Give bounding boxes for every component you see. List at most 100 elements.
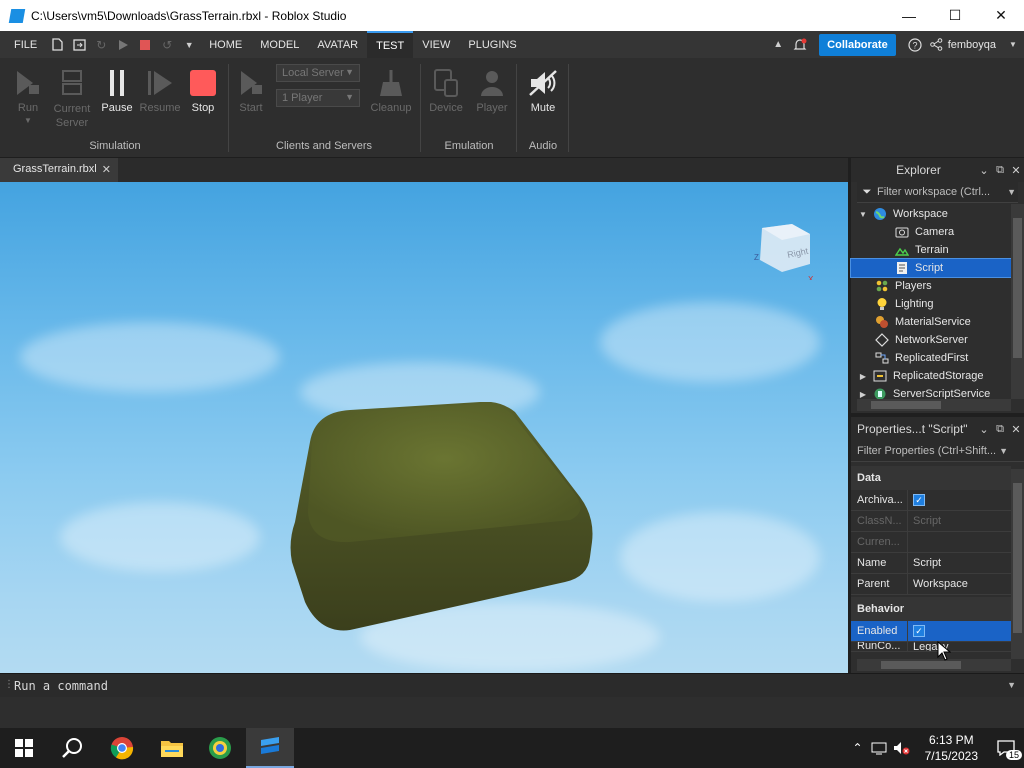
prop-name-field[interactable]: Name Script bbox=[851, 552, 1011, 574]
chevron-down-icon[interactable]: ▼ bbox=[1007, 187, 1016, 197]
pause-button[interactable]: Pause bbox=[95, 58, 139, 114]
properties-vertical-scrollbar[interactable] bbox=[1011, 469, 1024, 659]
tree-item-lighting[interactable]: Lighting bbox=[851, 295, 1024, 313]
tab-test[interactable]: TEST bbox=[367, 31, 414, 58]
prop-runcontext[interactable]: RunCo... Legacy bbox=[851, 642, 1011, 652]
tree-item-replicatedfirst[interactable]: ReplicatedFirst bbox=[851, 349, 1024, 367]
scrollbar-thumb[interactable] bbox=[871, 401, 941, 409]
prop-value[interactable]: Workspace bbox=[908, 578, 1011, 590]
undo-icon[interactable]: ↺ bbox=[158, 31, 176, 58]
new-file-icon[interactable] bbox=[48, 31, 66, 58]
close-icon[interactable]: ✕ bbox=[1008, 423, 1024, 436]
close-tab-icon[interactable]: ✕ bbox=[102, 163, 111, 176]
scrollbar-thumb[interactable] bbox=[1013, 218, 1022, 358]
notification-center-button[interactable]: 15 bbox=[988, 728, 1024, 768]
volume-muted-icon[interactable] bbox=[893, 741, 911, 755]
network-icon[interactable] bbox=[871, 741, 887, 755]
share-icon[interactable] bbox=[928, 31, 946, 58]
chevron-down-icon[interactable]: ⌄ bbox=[976, 423, 992, 436]
properties-horizontal-scrollbar[interactable] bbox=[857, 659, 1011, 671]
section-behavior[interactable]: Behavior bbox=[851, 597, 1011, 621]
play-icon[interactable] bbox=[114, 31, 132, 58]
tree-item-replicatedstorage[interactable]: ▶ ReplicatedStorage bbox=[851, 367, 1024, 385]
chevron-down-icon[interactable]: ⌄ bbox=[976, 164, 992, 177]
properties-filter[interactable]: Filter Properties (Ctrl+Shift... ▼ bbox=[851, 441, 1024, 462]
start-menu-button[interactable] bbox=[0, 728, 48, 768]
tree-item-script[interactable]: Script bbox=[850, 258, 1024, 278]
explorer-filter[interactable]: ⏷ Filter workspace (Ctrl... ▼ bbox=[857, 182, 1018, 203]
maximize-button[interactable]: ☐ bbox=[932, 0, 978, 31]
close-icon[interactable]: ✕ bbox=[1008, 164, 1024, 177]
prop-value[interactable]: Script bbox=[908, 557, 1011, 569]
run-dropdown-icon[interactable]: ▼ bbox=[6, 116, 50, 125]
taskbar-roblox-studio[interactable] bbox=[246, 728, 294, 768]
tab-home[interactable]: HOME bbox=[200, 31, 251, 58]
explorer-vertical-scrollbar[interactable] bbox=[1011, 204, 1024, 399]
tray-overflow-icon[interactable]: ⌃ bbox=[853, 741, 863, 755]
file-menu[interactable]: FILE bbox=[0, 31, 46, 58]
resume-button[interactable]: Resume bbox=[138, 58, 182, 114]
close-window-button[interactable]: ✕ bbox=[978, 0, 1024, 31]
prop-archivable[interactable]: Archiva... ✓ bbox=[851, 489, 1011, 511]
command-input[interactable] bbox=[14, 676, 1004, 696]
taskbar-app[interactable] bbox=[196, 728, 244, 768]
current-server-button[interactable]: Current Server bbox=[50, 58, 94, 130]
scrollbar-thumb[interactable] bbox=[881, 661, 961, 669]
mute-button[interactable]: Mute bbox=[521, 58, 565, 114]
scrollbar-thumb[interactable] bbox=[1013, 483, 1022, 633]
tree-item-terrain[interactable]: Terrain bbox=[851, 241, 1024, 259]
tree-item-players[interactable]: Players bbox=[851, 277, 1024, 295]
grass-terrain-block[interactable] bbox=[290, 402, 595, 632]
popout-icon[interactable]: ⧉ bbox=[992, 164, 1008, 177]
chevron-down-icon[interactable]: ▼ bbox=[1007, 680, 1016, 690]
stop-button[interactable]: Stop bbox=[181, 58, 225, 114]
notification-bell-icon[interactable] bbox=[791, 31, 809, 58]
taskbar-chrome[interactable] bbox=[98, 728, 146, 768]
tab-view[interactable]: VIEW bbox=[413, 31, 459, 58]
server-dropdown[interactable]: Local Server ▼ bbox=[276, 64, 360, 82]
explorer-horizontal-scrollbar[interactable] bbox=[857, 399, 1011, 411]
chevron-down-icon[interactable]: ▼ bbox=[999, 446, 1008, 456]
tab-avatar[interactable]: AVATAR bbox=[308, 31, 367, 58]
prop-parent[interactable]: Parent Workspace bbox=[851, 573, 1011, 595]
section-data[interactable]: Data bbox=[851, 466, 1011, 490]
prop-enabled[interactable]: Enabled ✓ bbox=[851, 620, 1011, 642]
open-file-icon[interactable] bbox=[70, 31, 88, 58]
stop-icon[interactable] bbox=[136, 31, 154, 58]
3d-viewport[interactable]: Right Z X bbox=[0, 182, 848, 673]
expand-arrow-icon[interactable]: ▼ bbox=[857, 210, 869, 219]
collaborate-button[interactable]: Collaborate bbox=[819, 33, 896, 56]
expand-arrow-icon[interactable]: ▶ bbox=[857, 372, 869, 381]
archivable-checkbox[interactable]: ✓ bbox=[913, 494, 925, 506]
clock[interactable]: 6:13 PM 7/15/2023 bbox=[925, 732, 978, 764]
user-dropdown-icon[interactable]: ▼ bbox=[1004, 31, 1022, 58]
prop-value[interactable]: Legacy bbox=[908, 642, 1011, 651]
player-button[interactable]: Player bbox=[470, 58, 514, 114]
collapse-ribbon-icon[interactable]: ▲ bbox=[769, 31, 787, 58]
tree-item-networkserver[interactable]: NetworkServer bbox=[851, 331, 1024, 349]
taskbar-file-explorer[interactable] bbox=[148, 728, 196, 768]
help-icon[interactable]: ? bbox=[906, 31, 924, 58]
tree-item-workspace[interactable]: ▼ Workspace bbox=[851, 205, 1024, 223]
document-tab[interactable]: GrassTerrain.rbxl ✕ bbox=[0, 158, 118, 182]
tree-item-camera[interactable]: Camera bbox=[851, 223, 1024, 241]
tab-model[interactable]: MODEL bbox=[251, 31, 308, 58]
start-button[interactable]: Start bbox=[229, 58, 273, 114]
players-dropdown[interactable]: 1 Player ▼ bbox=[276, 89, 360, 107]
view-cube[interactable]: Right Z X bbox=[754, 220, 814, 280]
minimize-button[interactable]: — bbox=[886, 0, 932, 31]
username[interactable]: femboyqa bbox=[948, 39, 996, 51]
prop-value: ✓ bbox=[908, 625, 1011, 637]
enabled-checkbox[interactable]: ✓ bbox=[913, 625, 925, 637]
cleanup-button[interactable]: Cleanup bbox=[367, 58, 415, 114]
popout-icon[interactable]: ⧉ bbox=[992, 423, 1008, 436]
drag-grip-icon[interactable]: ⋮ bbox=[4, 679, 14, 690]
tab-plugins[interactable]: PLUGINS bbox=[459, 31, 525, 58]
run-button[interactable]: Run ▼ bbox=[6, 58, 50, 125]
expand-arrow-icon[interactable]: ▶ bbox=[857, 390, 869, 399]
device-button[interactable]: Device bbox=[424, 58, 468, 114]
tree-item-materialservice[interactable]: MaterialService bbox=[851, 313, 1024, 331]
search-button[interactable] bbox=[48, 728, 96, 768]
quick-access-dropdown-icon[interactable]: ▼ bbox=[180, 31, 198, 58]
redo-icon[interactable]: ↻ bbox=[92, 31, 110, 58]
